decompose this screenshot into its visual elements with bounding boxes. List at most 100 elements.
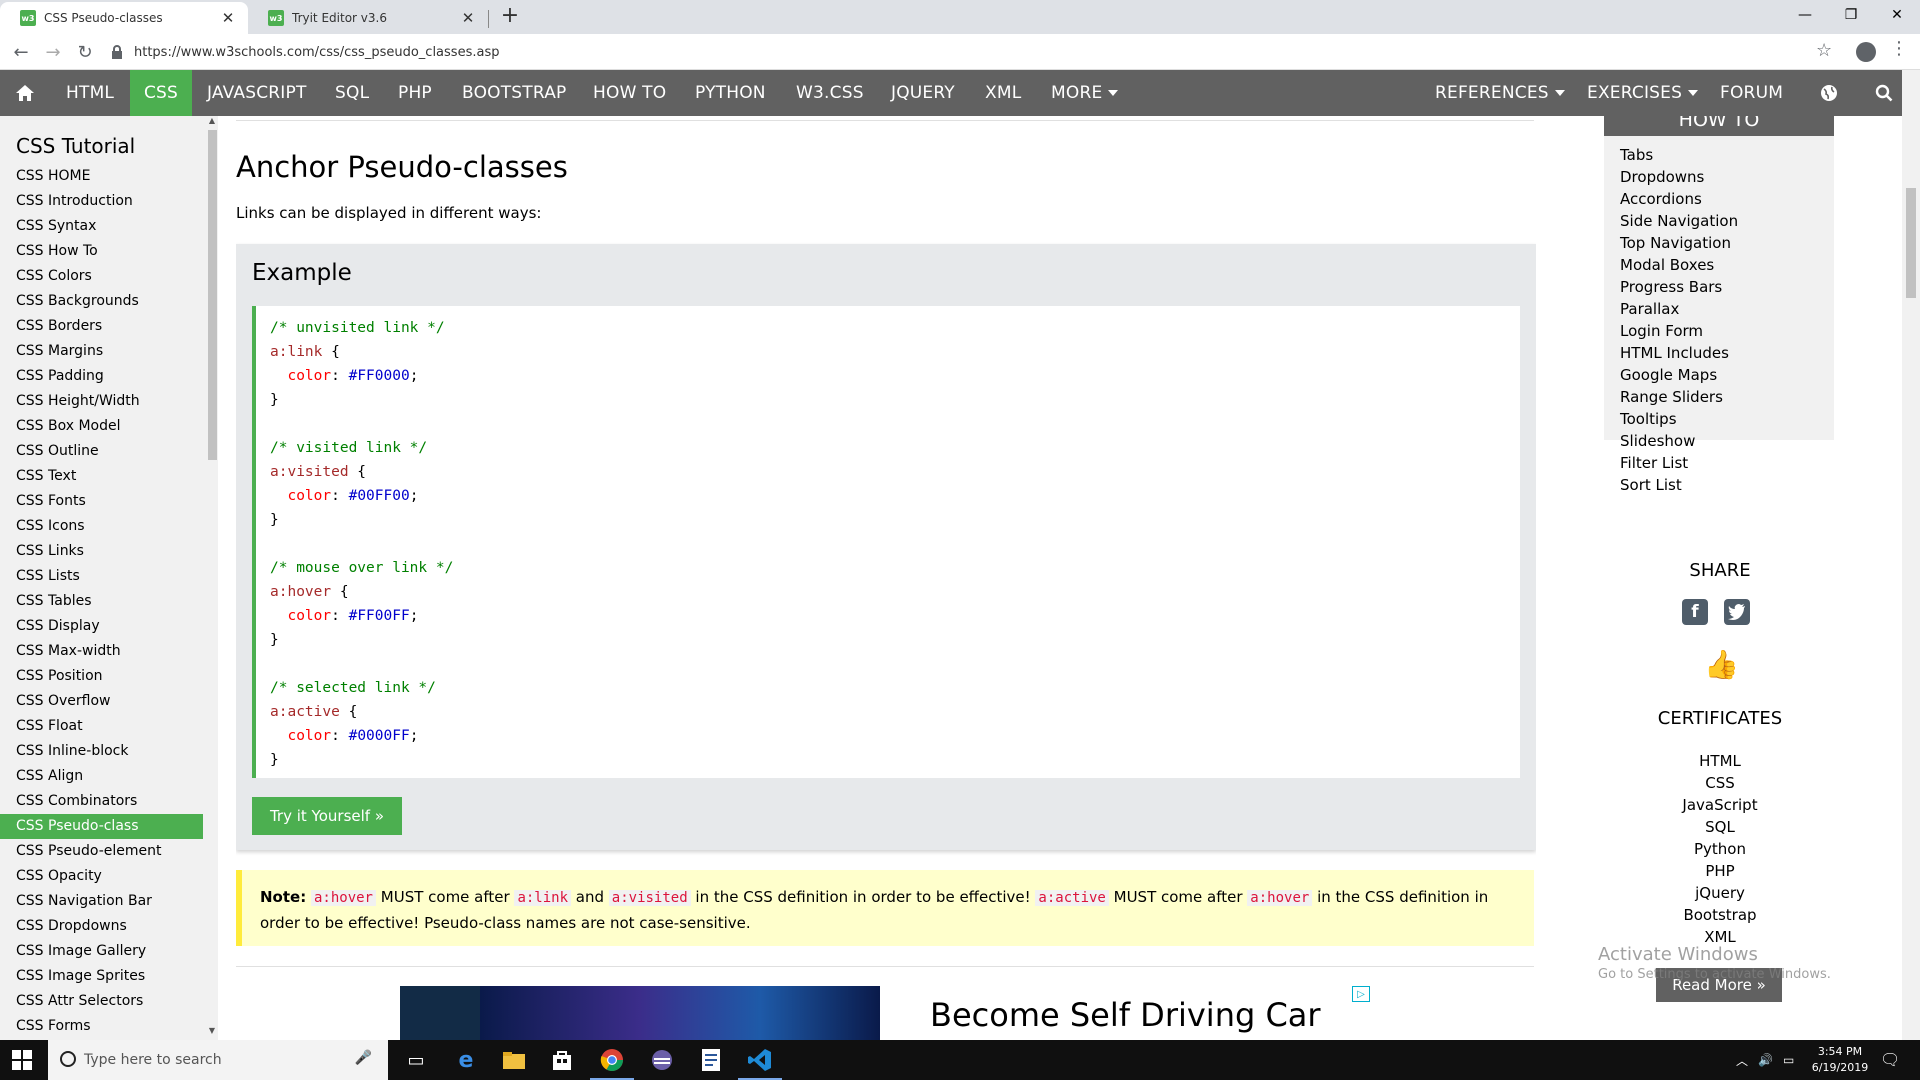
nav-more[interactable]: MORE	[1036, 70, 1133, 116]
nav-references[interactable]: REFERENCES	[1420, 70, 1580, 116]
address-bar[interactable]: https://www.w3schools.com/css/css_pseudo…	[110, 38, 1830, 66]
nav-css[interactable]: CSS	[130, 70, 192, 116]
certificate-link-css[interactable]: CSS	[1600, 772, 1840, 794]
sidebar-item-css-opacity[interactable]: CSS Opacity	[0, 864, 203, 889]
task-view-icon[interactable]: ▭	[402, 1046, 430, 1074]
microphone-icon[interactable]: 🎤	[355, 1050, 372, 1066]
certificate-link-php[interactable]: PHP	[1600, 860, 1840, 882]
howto-link-sort-list[interactable]: Sort List	[1604, 474, 1834, 496]
edge-icon[interactable]: e	[452, 1046, 480, 1074]
chevron-up-icon[interactable]: ︿	[1736, 1052, 1748, 1069]
network-icon[interactable]: ▭	[1783, 1053, 1794, 1067]
adchoices-icon[interactable]: ▷	[1352, 986, 1370, 1002]
scroll-up-icon[interactable]: ▲	[207, 116, 217, 125]
sidebar-item-css-tables[interactable]: CSS Tables	[0, 589, 203, 614]
file-explorer-icon[interactable]	[500, 1046, 528, 1074]
try-it-yourself-button[interactable]: Try it Yourself »	[252, 797, 402, 835]
sidebar-item-css-box-model[interactable]: CSS Box Model	[0, 414, 203, 439]
chrome-icon[interactable]	[590, 1046, 634, 1080]
certificate-link-html[interactable]: HTML	[1600, 750, 1840, 772]
twitter-icon[interactable]	[1724, 599, 1750, 625]
howto-link-accordions[interactable]: Accordions	[1604, 188, 1834, 210]
vscode-icon[interactable]	[738, 1046, 782, 1080]
howto-link-slideshow[interactable]: Slideshow	[1604, 430, 1834, 452]
bookmark-star-icon[interactable]: ☆	[1816, 40, 1832, 61]
browser-menu-icon[interactable]: ⋮	[1890, 38, 1908, 59]
nav-python[interactable]: PYTHON	[680, 70, 781, 116]
forward-arrow-icon[interactable]: →	[40, 39, 66, 65]
sidebar-item-css-outline[interactable]: CSS Outline	[0, 439, 203, 464]
close-tab-icon[interactable]: ✕	[458, 9, 478, 27]
sidebar-item-css-dropdowns[interactable]: CSS Dropdowns	[0, 914, 203, 939]
sidebar-scrollbar[interactable]: ▲ ▼	[206, 116, 218, 1040]
sidebar-item-css-padding[interactable]: CSS Padding	[0, 364, 203, 389]
sidebar-item-css-pseudo-class[interactable]: CSS Pseudo-class	[0, 814, 203, 839]
sidebar-item-css-display[interactable]: CSS Display	[0, 614, 203, 639]
sidebar-item-css-overflow[interactable]: CSS Overflow	[0, 689, 203, 714]
sidebar-item-css-home[interactable]: CSS HOME	[0, 164, 203, 189]
howto-link-google-maps[interactable]: Google Maps	[1604, 364, 1834, 386]
thumbs-up-icon[interactable]: 👍	[1704, 648, 1739, 681]
restore-button[interactable]: ❐	[1828, 0, 1874, 30]
sidebar-item-css-introduction[interactable]: CSS Introduction	[0, 189, 203, 214]
howto-link-parallax[interactable]: Parallax	[1604, 298, 1834, 320]
sidebar-item-css-max-width[interactable]: CSS Max-width	[0, 639, 203, 664]
certificate-link-sql[interactable]: SQL	[1600, 816, 1840, 838]
howto-link-side-navigation[interactable]: Side Navigation	[1604, 210, 1834, 232]
sidebar-item-css-syntax[interactable]: CSS Syntax	[0, 214, 203, 239]
sidebar-item-css-margins[interactable]: CSS Margins	[0, 339, 203, 364]
new-tab-button[interactable]: +	[498, 3, 522, 28]
sidebar-scroll-thumb[interactable]	[208, 130, 217, 460]
close-window-button[interactable]: ✕	[1874, 0, 1920, 30]
certificate-link-jquery[interactable]: jQuery	[1600, 882, 1840, 904]
page-scroll-thumb[interactable]	[1906, 188, 1916, 298]
sidebar-item-css-float[interactable]: CSS Float	[0, 714, 203, 739]
action-center-icon[interactable]: 🗨	[1880, 1050, 1900, 1069]
sidebar-item-css-links[interactable]: CSS Links	[0, 539, 203, 564]
sidebar-item-css-text[interactable]: CSS Text	[0, 464, 203, 489]
sidebar-item-css-borders[interactable]: CSS Borders	[0, 314, 203, 339]
close-tab-icon[interactable]: ✕	[218, 9, 238, 27]
howto-link-progress-bars[interactable]: Progress Bars	[1604, 276, 1834, 298]
taskbar-clock[interactable]: 3:54 PM 6/19/2019	[1800, 1044, 1880, 1076]
globe-icon[interactable]	[1805, 70, 1853, 116]
sidebar-item-css-navigation-bar[interactable]: CSS Navigation Bar	[0, 889, 203, 914]
nav-javascript[interactable]: JAVASCRIPT	[192, 70, 322, 116]
sidebar-item-css-attr-selectors[interactable]: CSS Attr Selectors	[0, 989, 203, 1014]
nav-sql[interactable]: SQL	[320, 70, 384, 116]
sidebar-item-css-image-gallery[interactable]: CSS Image Gallery	[0, 939, 203, 964]
nav-xml[interactable]: XML	[970, 70, 1036, 116]
howto-link-dropdowns[interactable]: Dropdowns	[1604, 166, 1834, 188]
nav-php[interactable]: PHP	[383, 70, 447, 116]
howto-link-html-includes[interactable]: HTML Includes	[1604, 342, 1834, 364]
sidebar-item-css-backgrounds[interactable]: CSS Backgrounds	[0, 289, 203, 314]
ad-banner[interactable]: Become Self Driving Car ▷	[400, 986, 1370, 1040]
sidebar-item-css-icons[interactable]: CSS Icons	[0, 514, 203, 539]
search-icon[interactable]	[1860, 70, 1908, 116]
nav-bootstrap[interactable]: BOOTSTRAP	[447, 70, 582, 116]
back-arrow-icon[interactable]: ←	[8, 39, 34, 65]
tab-css-pseudo-classes[interactable]: w3 CSS Pseudo-classes ✕	[0, 2, 248, 34]
nav-exercises[interactable]: EXERCISES	[1572, 70, 1713, 116]
sidebar-item-css-forms[interactable]: CSS Forms	[0, 1014, 203, 1039]
howto-link-modal-boxes[interactable]: Modal Boxes	[1604, 254, 1834, 276]
sidebar-item-css-image-sprites[interactable]: CSS Image Sprites	[0, 964, 203, 989]
howto-link-filter-list[interactable]: Filter List	[1604, 452, 1834, 474]
howto-link-top-navigation[interactable]: Top Navigation	[1604, 232, 1834, 254]
reload-icon[interactable]: ↻	[72, 39, 98, 65]
sidebar-item-css-align[interactable]: CSS Align	[0, 764, 203, 789]
page-scrollbar[interactable]	[1902, 70, 1920, 1040]
certificate-link-javascript[interactable]: JavaScript	[1600, 794, 1840, 816]
document-icon[interactable]	[697, 1046, 725, 1074]
sidebar-item-css-combinators[interactable]: CSS Combinators	[0, 789, 203, 814]
sidebar-item-css-colors[interactable]: CSS Colors	[0, 264, 203, 289]
sidebar-item-css-inline-block[interactable]: CSS Inline-block	[0, 739, 203, 764]
sidebar-item-css-how-to[interactable]: CSS How To	[0, 239, 203, 264]
profile-avatar-icon[interactable]	[1856, 42, 1876, 62]
windows-start-icon[interactable]	[12, 1050, 32, 1070]
app-icon[interactable]	[648, 1046, 676, 1074]
nav-jquery[interactable]: JQUERY	[876, 70, 970, 116]
certificate-link-python[interactable]: Python	[1600, 838, 1840, 860]
nav-html[interactable]: HTML	[51, 70, 129, 116]
nav-how-to[interactable]: HOW TO	[578, 70, 681, 116]
